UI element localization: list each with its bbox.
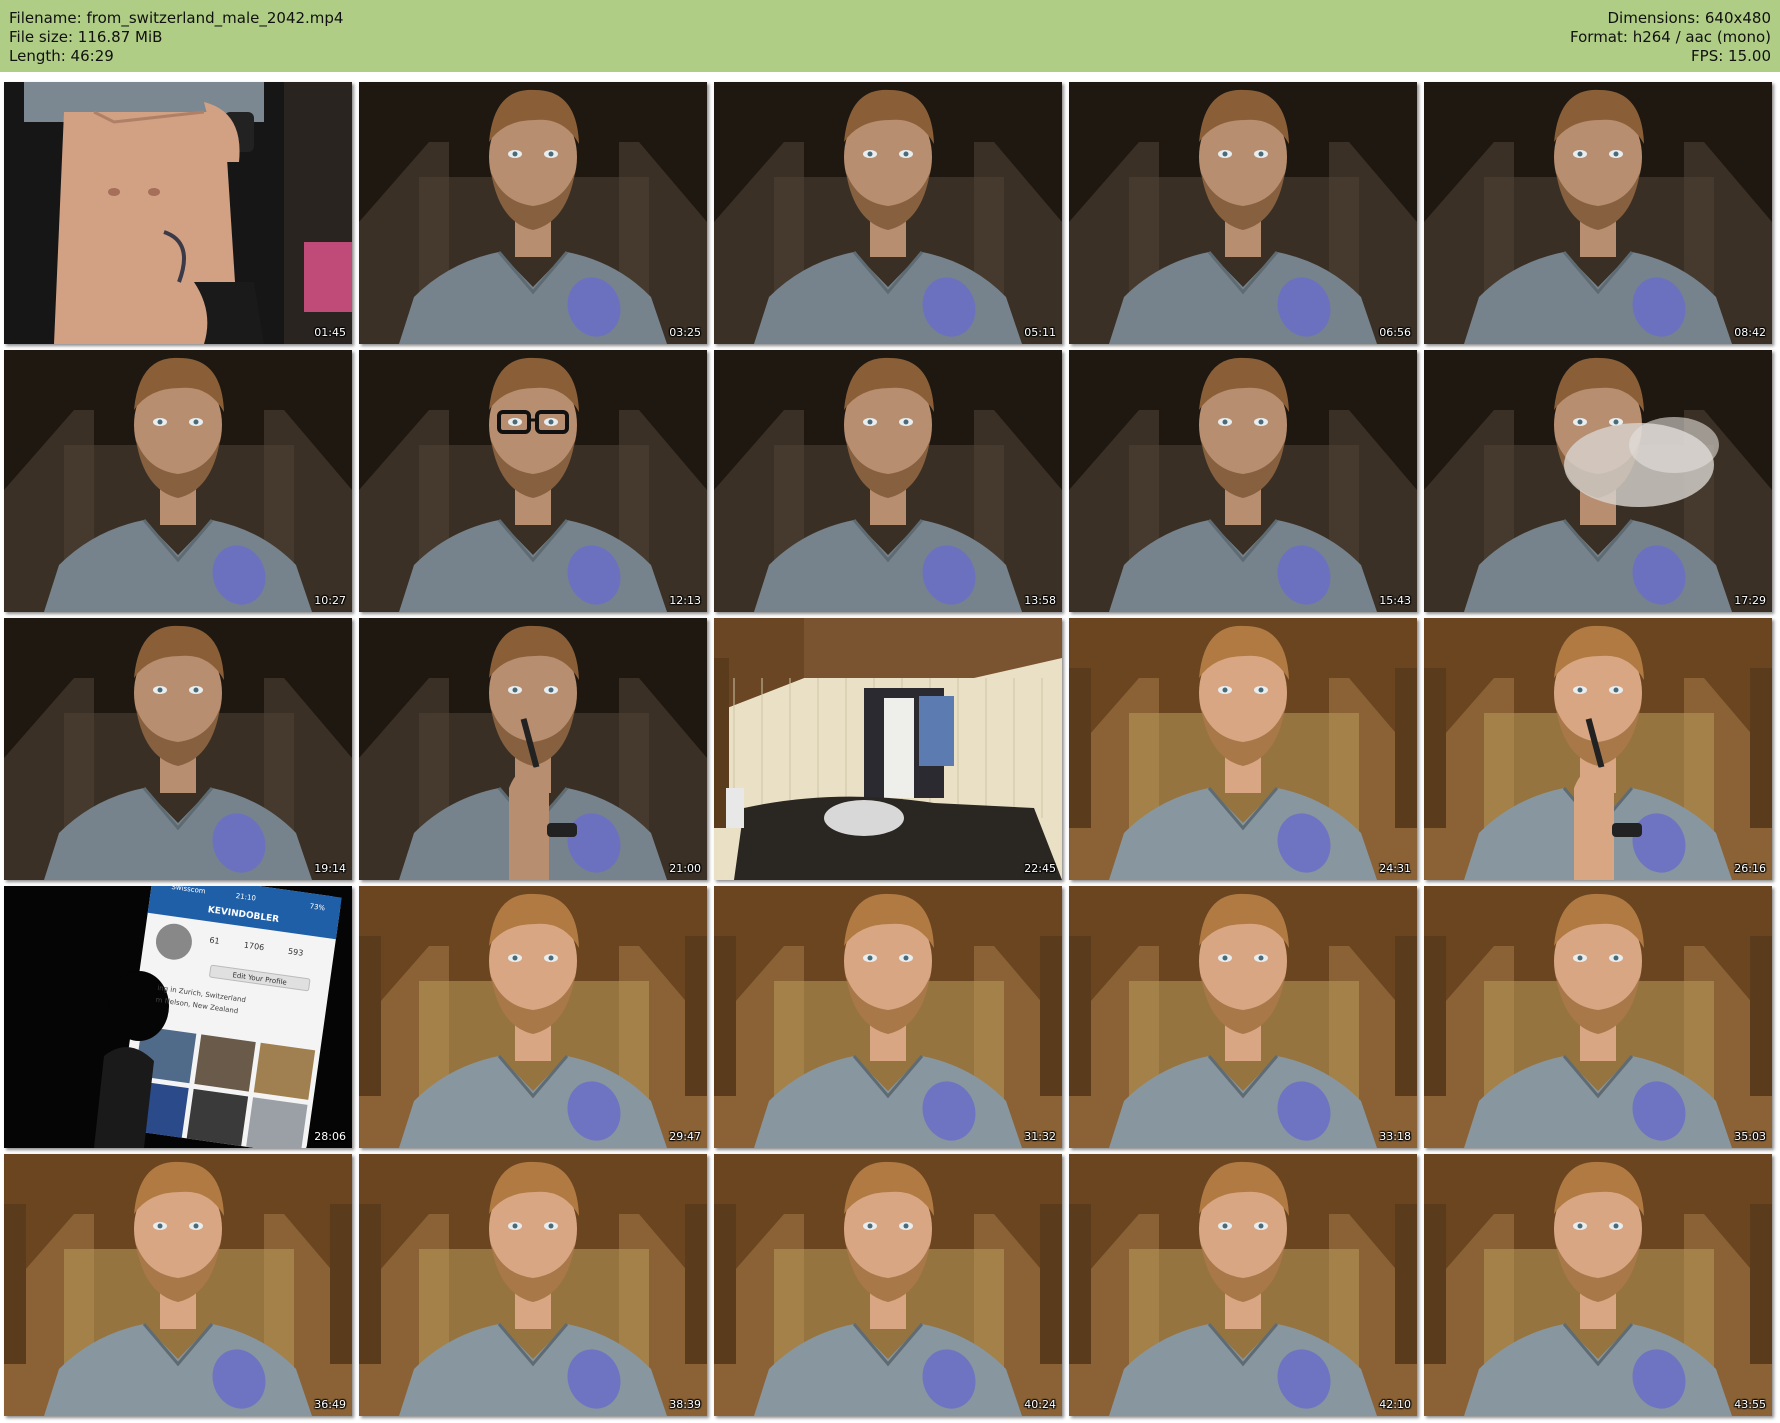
thumbnail-timestamp: 31:32 <box>1024 1130 1056 1143</box>
thumbnail-frame-image <box>359 618 707 880</box>
thumbnail-frame-image <box>4 618 352 880</box>
thumbnail-grid: 01:45 03:25 05:11 06:56 08:42 10:27 12:13 13:58… <box>4 82 1776 1418</box>
thumbnail: 42:10 <box>1069 1154 1417 1416</box>
thumbnail-timestamp: 33:18 <box>1379 1130 1411 1143</box>
thumbnail-frame-image <box>359 350 707 612</box>
thumbnail-timestamp: 22:45 <box>1024 862 1056 875</box>
thumbnail-timestamp: 42:10 <box>1379 1398 1411 1411</box>
thumbnail-timestamp: 38:39 <box>669 1398 701 1411</box>
thumbnail-frame-image <box>714 82 1062 344</box>
thumbnail: 26:16 <box>1424 618 1772 880</box>
thumbnail-frame-image <box>1069 1154 1417 1416</box>
thumbnail: 06:56 <box>1069 82 1417 344</box>
thumbnail: 13:58 <box>714 350 1062 612</box>
thumbnail: Swisscom 21:10 73% KEVINDOBLER 61 1706 593 Edit… <box>4 886 352 1148</box>
thumbnail: 36:49 <box>4 1154 352 1416</box>
filesize-text: File size: 116.87 MiB <box>9 28 163 46</box>
thumbnail-frame-image <box>1424 1154 1772 1416</box>
thumbnail-timestamp: 13:58 <box>1024 594 1056 607</box>
thumbnail-timestamp: 03:25 <box>669 326 701 339</box>
thumbnail-frame-image <box>714 1154 1062 1416</box>
thumbnail: 33:18 <box>1069 886 1417 1148</box>
thumbnail-frame-image <box>1069 618 1417 880</box>
thumbnail: 17:29 <box>1424 350 1772 612</box>
thumbnail-timestamp: 05:11 <box>1024 326 1056 339</box>
info-left: Filename: from_switzerland_male_2042.mp4… <box>9 9 343 66</box>
thumbnail-timestamp: 10:27 <box>314 594 346 607</box>
thumbnail-frame-image <box>1424 350 1772 612</box>
thumbnail-timestamp: 17:29 <box>1734 594 1766 607</box>
thumbnail: 35:03 <box>1424 886 1772 1148</box>
fps-text: FPS: 15.00 <box>1691 47 1771 65</box>
thumbnail-timestamp: 40:24 <box>1024 1398 1056 1411</box>
thumbnail-timestamp: 15:43 <box>1379 594 1411 607</box>
thumbnail: 15:43 <box>1069 350 1417 612</box>
thumbnail-frame-image <box>1424 82 1772 344</box>
format-text: Format: h264 / aac (mono) <box>1570 28 1771 46</box>
thumbnail: 29:47 <box>359 886 707 1148</box>
thumbnail: 05:11 <box>714 82 1062 344</box>
thumbnail: 10:27 <box>4 350 352 612</box>
thumbnail-frame-image <box>1069 82 1417 344</box>
thumbnail-timestamp: 24:31 <box>1379 862 1411 875</box>
thumbnail-frame-image: Swisscom21:1073%KEVINDOBLER61 1706 593Edit… <box>4 886 352 1148</box>
thumbnail-frame-image <box>1424 886 1772 1148</box>
thumbnail-timestamp: 28:06 <box>314 1130 346 1143</box>
thumbnail-timestamp: 01:45 <box>314 326 346 339</box>
phone-posts-text: 61 <box>209 936 220 946</box>
thumbnail: 19:14 <box>4 618 352 880</box>
thumbnail: 21:00 <box>359 618 707 880</box>
thumbnail: 08:42 <box>1424 82 1772 344</box>
thumbnail: 40:24 <box>714 1154 1062 1416</box>
length-text: Length: 46:29 <box>9 47 114 65</box>
thumbnail-timestamp: 21:00 <box>669 862 701 875</box>
thumbnail: 31:32 <box>714 886 1062 1148</box>
thumbnail-frame-image <box>1069 886 1417 1148</box>
thumbnail-frame-image <box>714 618 1062 880</box>
thumbnail-timestamp: 26:16 <box>1734 862 1766 875</box>
thumbnail-timestamp: 12:13 <box>669 594 701 607</box>
thumbnail-frame-image <box>4 350 352 612</box>
thumbnail-frame-image <box>4 1154 352 1416</box>
thumbnail-frame-image <box>359 886 707 1148</box>
thumbnail-timestamp: 19:14 <box>314 862 346 875</box>
thumbnail: 22:45 <box>714 618 1062 880</box>
thumbnail-timestamp: 43:55 <box>1734 1398 1766 1411</box>
thumbnail-frame-image <box>714 886 1062 1148</box>
thumbnail: 01:45 <box>4 82 352 344</box>
thumbnail-timestamp: 36:49 <box>314 1398 346 1411</box>
info-header: Filename: from_switzerland_male_2042.mp4… <box>0 0 1780 72</box>
thumbnail-frame-image <box>359 82 707 344</box>
thumbnail: 03:25 <box>359 82 707 344</box>
thumbnail: 43:55 <box>1424 1154 1772 1416</box>
thumbnail-frame-image <box>359 1154 707 1416</box>
thumbnail-frame-image <box>1424 618 1772 880</box>
thumbnail-frame-image <box>1069 350 1417 612</box>
thumbnail: 12:13 <box>359 350 707 612</box>
thumbnail: 24:31 <box>1069 618 1417 880</box>
thumbnail: 38:39 <box>359 1154 707 1416</box>
thumbnail-timestamp: 29:47 <box>669 1130 701 1143</box>
thumbnail-timestamp: 08:42 <box>1734 326 1766 339</box>
info-right: Dimensions: 640x480 Format: h264 / aac (… <box>1570 9 1771 66</box>
filename-text: Filename: from_switzerland_male_2042.mp4 <box>9 9 344 27</box>
thumbnail-frame-image <box>4 82 352 344</box>
thumbnail-frame-image <box>714 350 1062 612</box>
dimensions-text: Dimensions: 640x480 <box>1607 9 1771 27</box>
thumbnail-timestamp: 35:03 <box>1734 1130 1766 1143</box>
thumbnail-timestamp: 06:56 <box>1379 326 1411 339</box>
